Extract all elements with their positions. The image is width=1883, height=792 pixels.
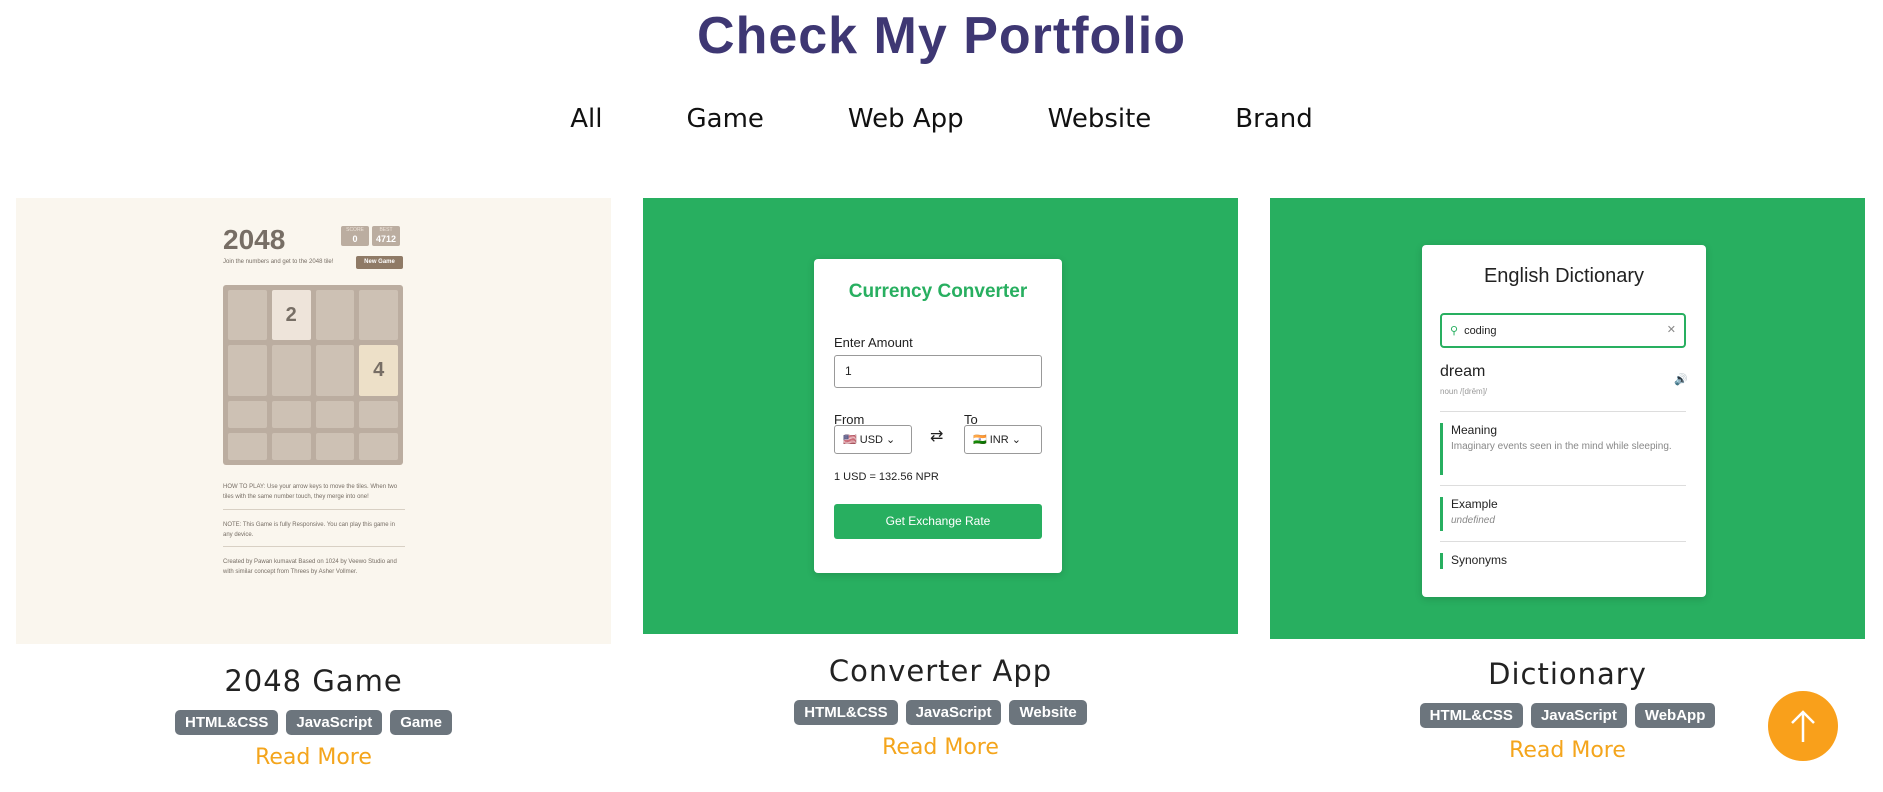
scroll-to-top-button[interactable] bbox=[1768, 691, 1838, 761]
game-tile bbox=[228, 345, 267, 396]
word-text: dream bbox=[1440, 363, 1486, 380]
card-preview-converter[interactable]: Currency Converter Enter Amount 1 From T… bbox=[643, 198, 1238, 634]
game-tile bbox=[228, 400, 267, 428]
exchange-rate-text: 1 USD = 132.56 NPR bbox=[834, 471, 939, 483]
card-title: 2048 Game bbox=[224, 664, 403, 698]
converter-heading: Currency Converter bbox=[848, 281, 1028, 302]
game-tile bbox=[228, 290, 267, 341]
game-tile bbox=[359, 290, 398, 341]
read-more-link[interactable]: Read More bbox=[643, 735, 1238, 760]
game-tile bbox=[315, 290, 355, 341]
dictionary-panel: English Dictionary ⚲ coding ✕ dream noun … bbox=[1422, 245, 1706, 597]
phonetic-text: noun /[drēm]/ bbox=[1440, 387, 1488, 396]
card-preview-2048[interactable]: 2048 SCORE 0 BEST 4712 Join the numbers an… bbox=[16, 198, 611, 644]
converter-panel: Currency Converter Enter Amount 1 From T… bbox=[814, 259, 1062, 573]
filter-game[interactable]: Game bbox=[644, 104, 805, 134]
read-more-link[interactable]: Read More bbox=[16, 745, 611, 770]
portfolio-card-dictionary: English Dictionary ⚲ coding ✕ dream noun … bbox=[1270, 198, 1865, 763]
filter-website[interactable]: Website bbox=[1006, 104, 1194, 134]
game-board: 24 bbox=[223, 285, 403, 465]
game-subtitle: Join the numbers and get to the 2048 til… bbox=[223, 259, 334, 265]
filter-brand[interactable]: Brand bbox=[1193, 104, 1354, 134]
game-tile bbox=[271, 432, 311, 460]
close-icon: ✕ bbox=[1666, 324, 1676, 336]
page-title: Check My Portfolio bbox=[697, 7, 1186, 65]
synonyms-section: Synonyms bbox=[1440, 553, 1686, 569]
tag-list: HTML&CSS JavaScript Game bbox=[16, 710, 611, 735]
example-section: Example undefined bbox=[1440, 497, 1686, 531]
tag: WebApp bbox=[1634, 703, 1716, 728]
portfolio-card-converter: Currency Converter Enter Amount 1 From T… bbox=[643, 198, 1238, 760]
new-game-button: New Game bbox=[356, 256, 403, 269]
filter-all[interactable]: All bbox=[528, 104, 644, 134]
card-title: Converter App bbox=[828, 654, 1053, 688]
search-icon: ⚲ bbox=[1450, 325, 1459, 337]
game-tile bbox=[228, 432, 267, 460]
game-tile bbox=[359, 432, 398, 460]
game-heading: 2048 bbox=[223, 224, 286, 255]
filter-bar: All Game Web App Website Brand bbox=[0, 104, 1883, 134]
best-box: BEST 4712 bbox=[372, 226, 400, 246]
card-preview-dictionary[interactable]: English Dictionary ⚲ coding ✕ dream noun … bbox=[1270, 198, 1865, 639]
game-tile bbox=[271, 400, 311, 428]
portfolio-card-2048: 2048 SCORE 0 BEST 4712 Join the numbers an… bbox=[16, 198, 611, 770]
game-tile bbox=[315, 400, 355, 428]
game-tile: 2 bbox=[271, 290, 311, 341]
game-tile bbox=[271, 345, 311, 396]
card-title: Dictionary bbox=[1488, 657, 1647, 691]
game-tile bbox=[315, 345, 355, 396]
tag: Game bbox=[390, 710, 452, 735]
tag: HTML&CSS bbox=[1419, 703, 1523, 728]
chevron-down-icon: ⌄ bbox=[886, 434, 896, 446]
swap-icon: ⇄ bbox=[930, 426, 944, 445]
game-tile: 4 bbox=[359, 345, 398, 396]
tag: Website bbox=[1009, 700, 1087, 725]
amount-input: 1 bbox=[834, 355, 1042, 388]
game-tile bbox=[315, 432, 355, 460]
get-rate-button: Get Exchange Rate bbox=[834, 504, 1042, 539]
meaning-section: Meaning Imaginary events seen in the min… bbox=[1440, 423, 1686, 475]
tag: JavaScript bbox=[905, 700, 1002, 725]
tag: HTML&CSS bbox=[175, 710, 279, 735]
dictionary-search-input: ⚲ coding ✕ bbox=[1440, 313, 1686, 348]
dictionary-heading: English Dictionary bbox=[1483, 265, 1645, 287]
tag: JavaScript bbox=[1530, 703, 1627, 728]
note-text: NOTE: This Game is fully Responsive. You… bbox=[223, 522, 395, 538]
score-box: SCORE 0 bbox=[341, 226, 369, 246]
tag: HTML&CSS bbox=[794, 700, 898, 725]
filter-web-app[interactable]: Web App bbox=[806, 104, 1006, 134]
how-to-play-text: HOW TO PLAY: Use your arrow keys to move… bbox=[223, 484, 398, 500]
tag: JavaScript bbox=[286, 710, 383, 735]
speaker-icon: 🔊 bbox=[1674, 373, 1688, 386]
from-select: 🇺🇸 USD ⌄ bbox=[834, 425, 912, 454]
arrow-up-icon bbox=[1791, 710, 1815, 742]
credit-text: Created by Pawan kumavat Based on 1024 b… bbox=[223, 559, 397, 575]
chevron-down-icon: ⌄ bbox=[1011, 434, 1021, 446]
tag-list: HTML&CSS JavaScript Website bbox=[643, 700, 1238, 725]
amount-label: Enter Amount bbox=[834, 335, 913, 350]
game-tile bbox=[359, 400, 398, 428]
to-select: 🇮🇳 INR ⌄ bbox=[964, 425, 1042, 454]
